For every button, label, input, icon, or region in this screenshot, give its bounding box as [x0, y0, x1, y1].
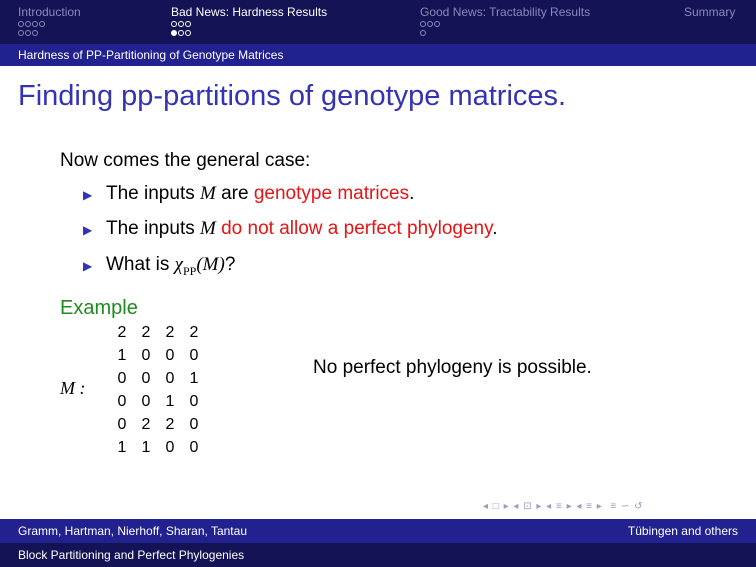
nav-dots-bad-news[interactable] — [171, 20, 192, 38]
bullet-triangle-icon: ▶ — [83, 259, 93, 273]
subsection-bar: Hardness of PP-Partitioning of Genotype … — [0, 44, 756, 66]
matrix-row: 0220 — [117, 416, 199, 433]
bullet-item-2: The inputs M do not allow a perfect phyl… — [106, 218, 498, 239]
nav-dots-introduction[interactable] — [18, 20, 46, 38]
intro-text: Now comes the general case: — [60, 150, 311, 171]
footer-info-bar: Gramm, Hartman, Nierhoff, Sharan, Tantau… — [0, 519, 756, 543]
nav-section-summary[interactable]: Summary — [684, 5, 735, 19]
footer-authors: Gramm, Hartman, Nierhoff, Sharan, Tantau — [18, 524, 247, 538]
genotype-matrix: 2222 1000 0001 0010 0220 1100 — [110, 324, 206, 462]
subsection-title: Hardness of PP-Partitioning of Genotype … — [18, 48, 284, 62]
example-block-title: Example — [60, 297, 138, 319]
no-phylogeny-statement: No perfect phylogeny is possible. — [313, 357, 592, 378]
bullet-triangle-icon: ▶ — [83, 188, 93, 202]
bullet-item-3: What is χPP(M)? — [106, 254, 236, 278]
bullet-triangle-icon: ▶ — [83, 223, 93, 237]
matrix-row: 1100 — [117, 439, 199, 456]
footer-institute: Tübingen and others — [627, 524, 738, 538]
bullet-item-1: The inputs M are genotype matrices. — [106, 183, 415, 204]
nav-section-introduction[interactable]: Introduction — [18, 5, 81, 19]
beamer-navigation-icons[interactable]: ◂ □ ▸ ◂ ⊡ ▸ ◂ ≡ ▸ ◂ ≡ ▸ ≡ ∽ ↺ — [483, 501, 644, 512]
matrix-label: M : — [60, 378, 86, 398]
footer-title-bar: Block Partitioning and Perfect Phylogeni… — [0, 543, 756, 567]
nav-dots-good-news[interactable] — [420, 20, 441, 38]
footer-talk-title: Block Partitioning and Perfect Phylogeni… — [18, 548, 245, 562]
matrix-row: 0010 — [117, 393, 199, 410]
matrix-row: 1000 — [117, 347, 199, 364]
matrix-row: 0001 — [117, 370, 199, 387]
nav-section-bad-news[interactable]: Bad News: Hardness Results — [171, 5, 327, 19]
section-navigation: Introduction Bad News: Hardness Results … — [0, 0, 756, 44]
nav-section-good-news[interactable]: Good News: Tractability Results — [420, 5, 590, 19]
slide-title: Finding pp-partitions of genotype matric… — [18, 80, 567, 112]
matrix-row: 2222 — [117, 324, 199, 341]
